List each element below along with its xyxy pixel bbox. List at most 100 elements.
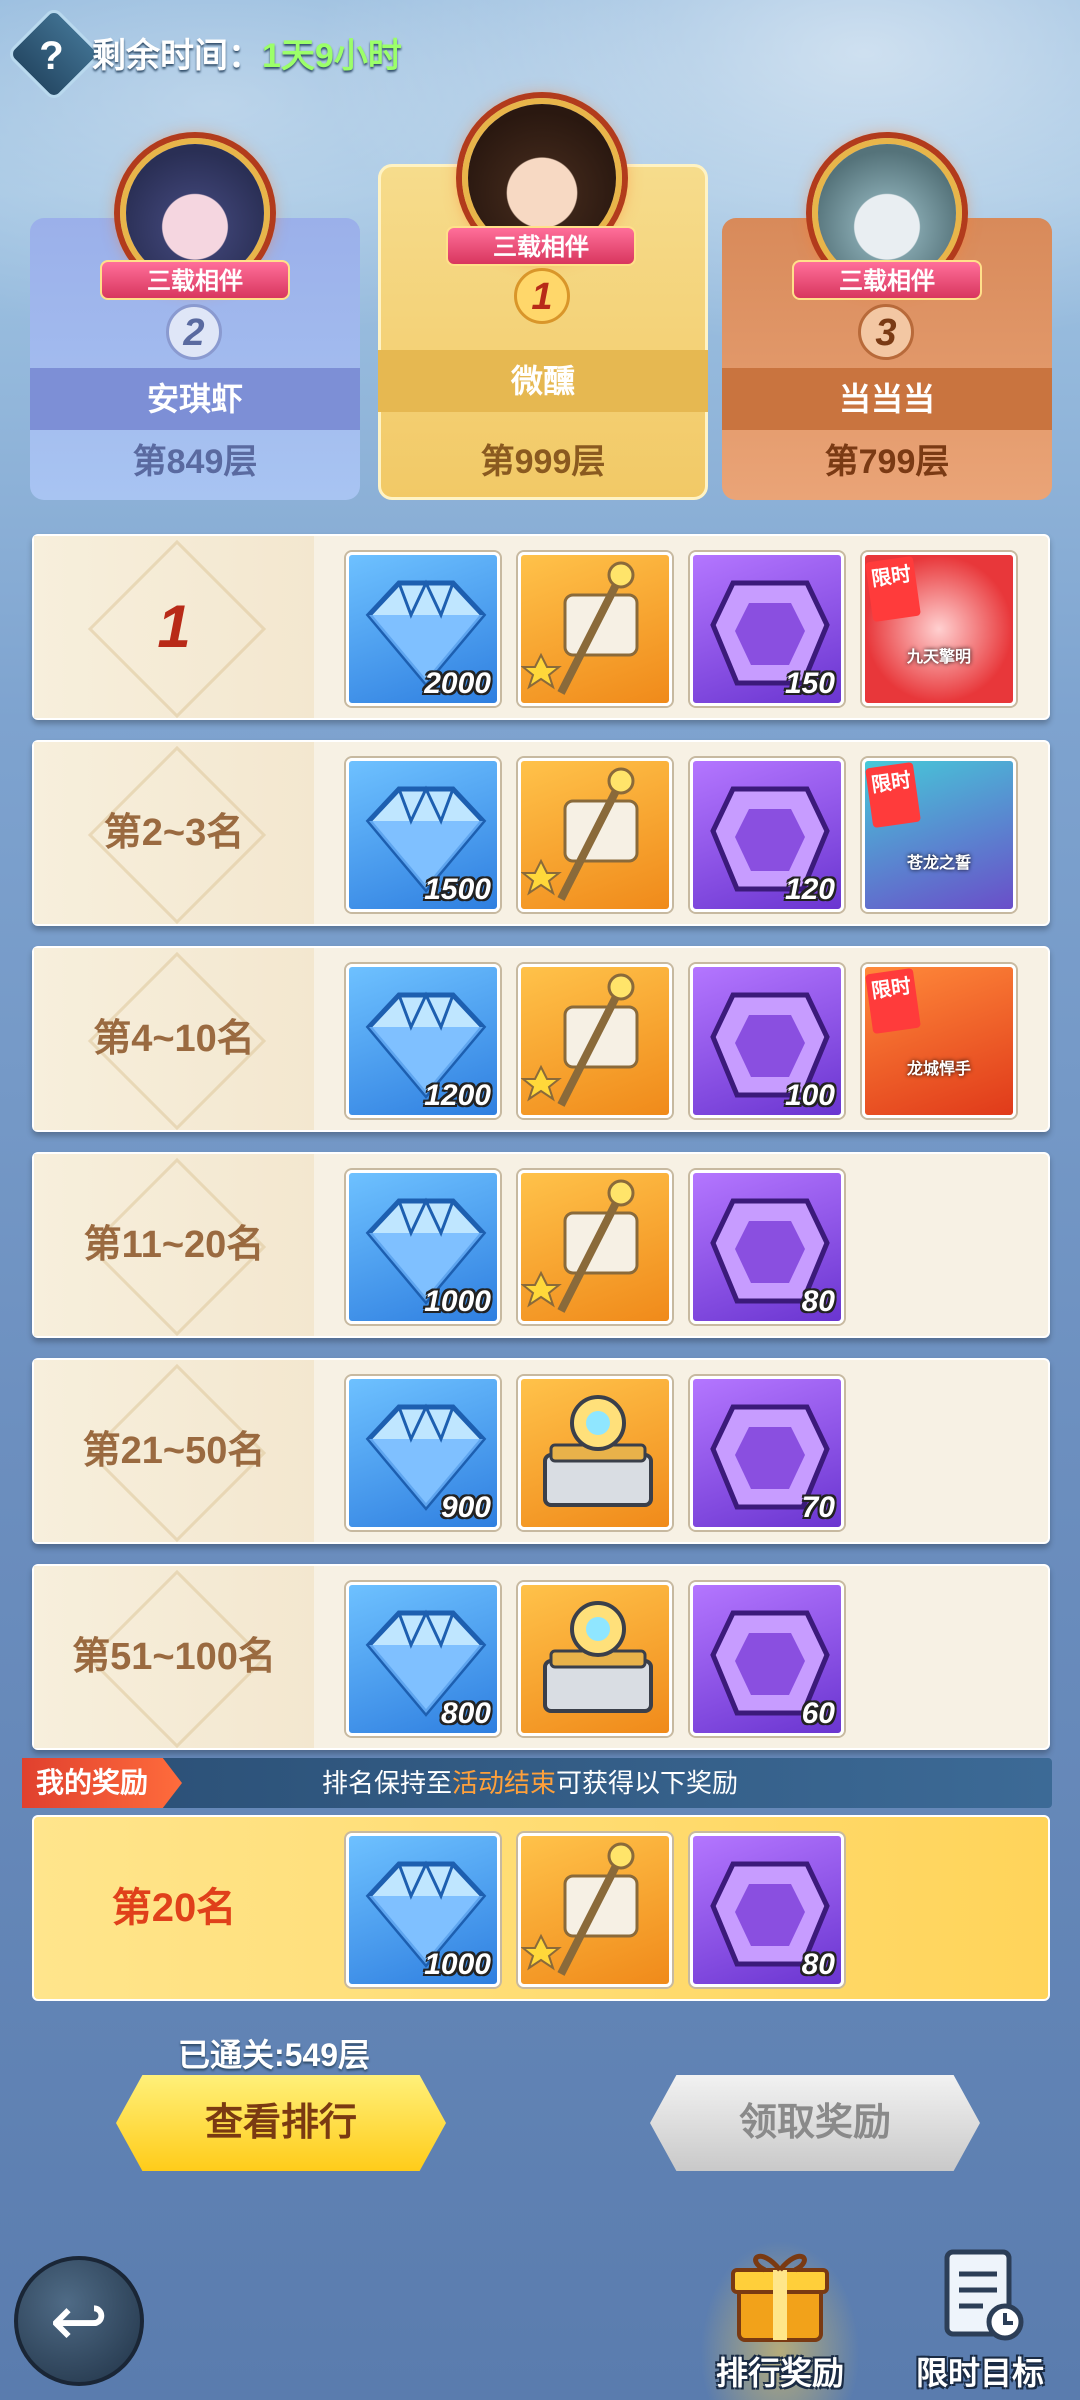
floor-value: 第849层 [132, 443, 258, 481]
chevron-divider [324, 1164, 346, 1326]
tab-label: 排行奖励 [715, 2355, 844, 2391]
item-count: 900 [440, 1491, 491, 1524]
anniversary-banner: 三载相伴 [792, 260, 982, 300]
item-count: 80 [801, 1948, 835, 1981]
banner-text: 三载相伴 [147, 268, 243, 295]
rank-range-label: 第51~100名 [72, 1636, 276, 1678]
rank-range-label: 第4~10名 [93, 1018, 255, 1060]
item-count: 80 [801, 1285, 835, 1318]
rank-range-label: 第2~3名 [103, 812, 245, 854]
tab-ranking-rewards[interactable]: 排行奖励 [700, 2240, 860, 2400]
podium-name-bar: 安琪虾 [30, 368, 360, 430]
item-count: 1000 [424, 1948, 491, 1981]
rank-2-medal: 2 [166, 304, 222, 360]
podium-name-bar: 当当当 [722, 368, 1052, 430]
podium-name-bar: 微醺 [378, 350, 708, 412]
scroll-staff-icon [521, 1842, 639, 1976]
rank-range-label: 第21~50名 [82, 1430, 266, 1472]
banner-text: 三载相伴 [493, 234, 589, 261]
scroll-staff-icon [521, 767, 639, 901]
chevron-divider [324, 546, 346, 708]
reward-item-scroll-staff[interactable] [518, 964, 672, 1118]
title-caption: 九天擎明 [906, 649, 971, 666]
my-reward-row: 第20名 1000 80 [32, 1815, 1050, 2001]
reward-item-purple-gem[interactable]: 70 [690, 1376, 844, 1530]
timer-value: 1天9小时 [262, 37, 402, 75]
rank-3-medal: 3 [858, 304, 914, 360]
medal-number: 1 [531, 276, 553, 318]
item-count: 70 [801, 1491, 835, 1524]
tab-label: 限时目标 [915, 2355, 1044, 2391]
reward-item-diamond[interactable]: 1000 [346, 1170, 500, 1324]
my-rank-label: 第20名 [111, 1886, 237, 1930]
limited-tag: 限时 [865, 761, 921, 829]
timer-label: 剩余时间： [92, 37, 262, 75]
chevron-divider [324, 752, 346, 914]
scroll-staff-icon [521, 973, 639, 1107]
scroll-staff-icon [521, 1179, 639, 1313]
podium-floor: 第799层 [722, 424, 1052, 500]
anniversary-banner: 三载相伴 [446, 226, 636, 266]
reward-item-diamond[interactable]: 1200 [346, 964, 500, 1118]
note-suffix: 可获得以下奖励 [556, 1768, 739, 1798]
tab-limited-goals[interactable]: 限时目标 [900, 2240, 1060, 2400]
back-button[interactable]: ↩ [14, 2256, 144, 2386]
back-arrow-icon: ↩ [49, 2282, 109, 2360]
question-icon: ? [39, 33, 64, 78]
reward-item-chest[interactable] [518, 1376, 672, 1530]
item-count: 150 [784, 667, 835, 700]
rank-1-medal: 1 [514, 268, 570, 324]
reward-row: 1 2000 150 限时 九天擎明 [32, 534, 1050, 720]
remaining-time: 剩余时间：1天9小时 [92, 28, 402, 77]
podium-floor: 第849层 [30, 424, 360, 500]
medal-number: 2 [183, 312, 205, 354]
reward-row: 第2~3名 1500 120 限时 苍龙之誓 [32, 740, 1050, 926]
player-name: 安琪虾 [146, 381, 243, 417]
reward-item-scroll-staff[interactable] [518, 552, 672, 706]
document-clock-icon [944, 2249, 1024, 2341]
reward-item-chest[interactable] [518, 1582, 672, 1736]
reward-item-purple-gem[interactable]: 120 [690, 758, 844, 912]
item-count: 1200 [424, 1079, 491, 1112]
item-count: 120 [784, 873, 835, 906]
player-name: 当当当 [838, 381, 935, 417]
banner-text: 三载相伴 [839, 268, 935, 295]
reward-item-scroll-staff[interactable] [518, 1833, 672, 1987]
reward-item-scroll-staff[interactable] [518, 758, 672, 912]
item-count: 2000 [424, 667, 491, 700]
item-count: 60 [801, 1697, 835, 1730]
reward-item-scroll-staff[interactable] [518, 1170, 672, 1324]
floor-value: 第999层 [480, 443, 606, 481]
reward-item-purple-gem[interactable]: 80 [690, 1170, 844, 1324]
reward-item-purple-gem[interactable]: 60 [690, 1582, 844, 1736]
reward-item-purple-gem[interactable]: 100 [690, 964, 844, 1118]
rank-1-medal-icon: 1 [157, 593, 191, 660]
item-count: 1500 [424, 873, 491, 906]
note-prefix: 排名保持至 [322, 1768, 453, 1798]
scroll-staff-icon [521, 561, 639, 695]
item-count: 1000 [424, 1285, 491, 1318]
my-reward-tag: 我的奖励 [22, 1758, 182, 1808]
view-ranking-button[interactable]: 查看排行 [116, 2075, 446, 2171]
title-caption: 龙城悍手 [906, 1061, 971, 1078]
cleared-floors: 已通关:549层 [178, 2037, 371, 2073]
reward-item-diamond[interactable]: 800 [346, 1582, 500, 1736]
claim-reward-button[interactable]: 领取奖励 [650, 2075, 980, 2171]
gift-icon [731, 2253, 829, 2342]
medal-number: 3 [875, 312, 897, 354]
reward-item-diamond[interactable]: 1000 [346, 1833, 500, 1987]
reward-item-purple-gem[interactable]: 80 [690, 1833, 844, 1987]
reward-item-diamond[interactable]: 1500 [346, 758, 500, 912]
reward-item-purple-gem[interactable]: 150 [690, 552, 844, 706]
reward-item-diamond[interactable]: 900 [346, 1376, 500, 1530]
reward-item-limited-title[interactable]: 限时 九天擎明 [862, 552, 1016, 706]
item-count: 800 [440, 1697, 491, 1730]
reward-row: 第21~50名 900 70 [32, 1358, 1050, 1544]
reward-item-limited-title[interactable]: 限时 苍龙之誓 [862, 758, 1016, 912]
rank-range-label: 第11~20名 [83, 1224, 265, 1266]
reward-item-diamond[interactable]: 2000 [346, 552, 500, 706]
my-reward-note: 排名保持至活动结束可获得以下奖励 [322, 1758, 738, 1808]
player-name: 微醺 [510, 363, 575, 399]
reward-row: 第4~10名 1200 100 限时 龙城悍手 [32, 946, 1050, 1132]
reward-item-limited-title[interactable]: 限时 龙城悍手 [862, 964, 1016, 1118]
